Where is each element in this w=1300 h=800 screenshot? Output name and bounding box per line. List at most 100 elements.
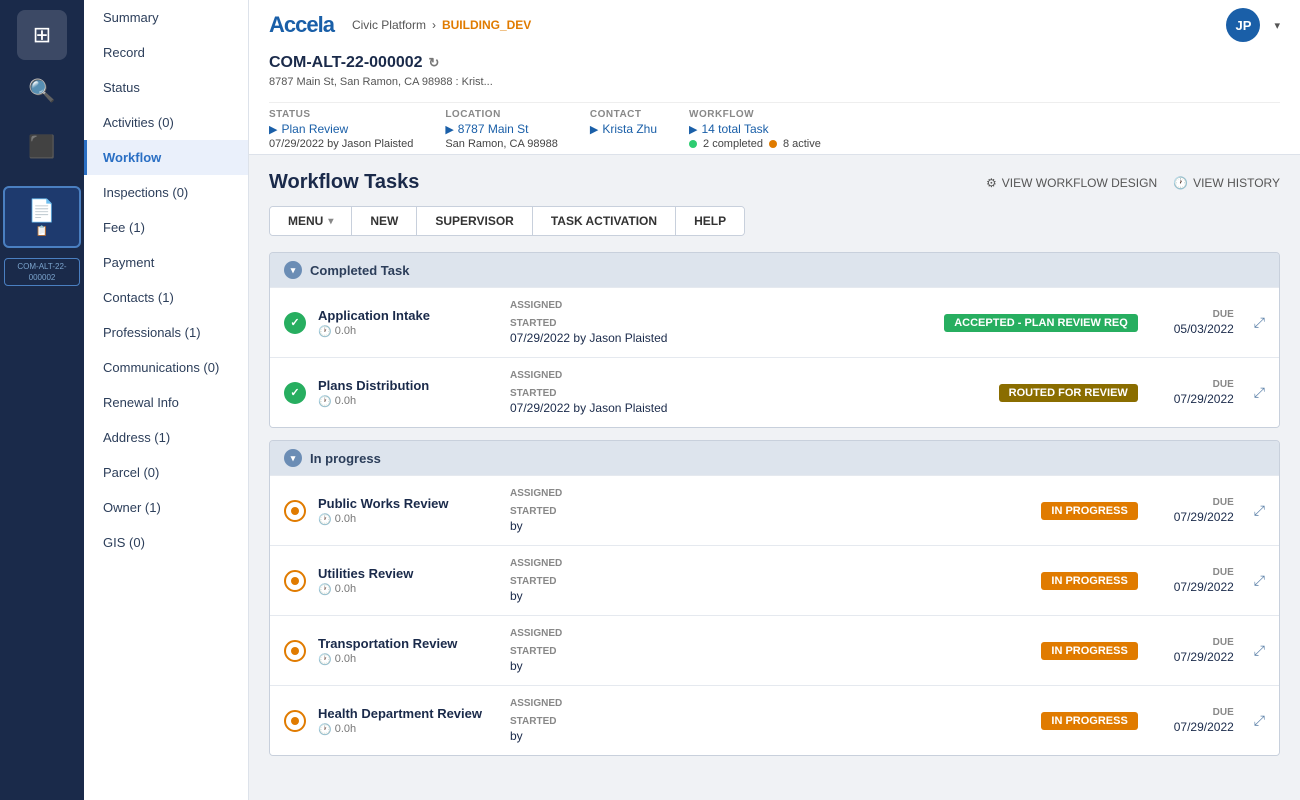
task-row: Transportation Review 🕐 0.0h ASSIGNED ST… bbox=[270, 615, 1279, 685]
task-expand-btn[interactable]: ⤢ bbox=[1254, 314, 1265, 331]
sidebar-item-parcel[interactable]: Parcel (0) bbox=[84, 455, 248, 490]
toolbar: MENU ▾ NEW SUPERVISOR TASK ACTIVATION HE… bbox=[269, 206, 745, 236]
design-icon: ⚙ bbox=[986, 176, 997, 190]
sidebar-item-payment[interactable]: Payment bbox=[84, 245, 248, 280]
workflow-value[interactable]: 14 total Task bbox=[701, 122, 768, 136]
task-time: 🕐 0.0h bbox=[318, 513, 498, 526]
new-btn[interactable]: NEW bbox=[352, 207, 417, 235]
task-time: 🕐 0.0h bbox=[318, 325, 498, 338]
task-name[interactable]: Application Intake bbox=[318, 308, 498, 323]
record-address: 8787 Main St, San Ramon, CA 98988 : Kris… bbox=[269, 76, 1280, 88]
section-title-1: In progress bbox=[310, 451, 381, 466]
view-design-btn[interactable]: ⚙ VIEW WORKFLOW DESIGN bbox=[986, 176, 1157, 190]
task-badge: IN PROGRESS bbox=[1041, 712, 1137, 730]
supervisor-btn[interactable]: SUPERVISOR bbox=[417, 207, 532, 235]
record-id-text: COM-ALT-22-000002 bbox=[269, 54, 423, 72]
task-due: DUE 07/29/2022 bbox=[1154, 497, 1234, 524]
record-meta: COM-ALT-22-000002 ↻ 8787 Main St, San Ra… bbox=[269, 46, 1280, 98]
grid-icon: ⊞ bbox=[33, 22, 51, 48]
task-badge: IN PROGRESS bbox=[1041, 502, 1137, 520]
record-nav-icon: 📄 bbox=[28, 198, 55, 224]
sidebar-item-inspections[interactable]: Inspections (0) bbox=[84, 175, 248, 210]
logo: Accela bbox=[269, 9, 334, 41]
section-header-1[interactable]: ▾ In progress bbox=[270, 441, 1279, 475]
apps-icon-btn[interactable]: ⬛ bbox=[17, 122, 67, 172]
sidebar-item-renewal-info[interactable]: Renewal Info bbox=[84, 385, 248, 420]
section-chevron-1: ▾ bbox=[284, 449, 302, 467]
task-due: DUE 07/29/2022 bbox=[1154, 567, 1234, 594]
search-icon-btn[interactable]: 🔍 bbox=[17, 66, 67, 116]
task-badge: ACCEPTED - PLAN REVIEW REQ bbox=[944, 314, 1138, 332]
record-nav-label: 📋 bbox=[36, 226, 48, 237]
task-expand-btn[interactable]: ⤢ bbox=[1254, 642, 1265, 659]
sidebar-item-gis[interactable]: GIS (0) bbox=[84, 525, 248, 560]
breadcrumb-env: BUILDING_DEV bbox=[442, 18, 531, 32]
refresh-icon[interactable]: ↻ bbox=[429, 55, 440, 71]
task-activation-btn[interactable]: TASK ACTIVATION bbox=[533, 207, 676, 235]
icon-bar: ⊞ 🔍 ⬛ 📄 📋 COM-ALT-22-000002 bbox=[0, 0, 84, 800]
task-name[interactable]: Health Department Review bbox=[318, 706, 498, 721]
breadcrumb: Civic Platform › BUILDING_DEV bbox=[352, 18, 531, 32]
sidebar-item-status[interactable]: Status bbox=[84, 70, 248, 105]
task-row: ✓ Plans Distribution 🕐 0.0h ASSIGNED STA… bbox=[270, 357, 1279, 427]
meta-contact: CONTACT ▶ Krista Zhu bbox=[590, 109, 657, 150]
task-name[interactable]: Plans Distribution bbox=[318, 378, 498, 393]
task-row: ✓ Application Intake 🕐 0.0h ASSIGNED STA… bbox=[270, 287, 1279, 357]
task-name[interactable]: Utilities Review bbox=[318, 566, 498, 581]
sidebar-item-address[interactable]: Address (1) bbox=[84, 420, 248, 455]
status-arrow: ▶ bbox=[269, 123, 277, 136]
task-expand-btn[interactable]: ⤢ bbox=[1254, 502, 1265, 519]
sidebar-item-owner[interactable]: Owner (1) bbox=[84, 490, 248, 525]
sidebar-item-workflow[interactable]: Workflow bbox=[84, 140, 248, 175]
task-name[interactable]: Public Works Review bbox=[318, 496, 498, 511]
section-0: ▾ Completed Task ✓ Application Intake 🕐 … bbox=[269, 252, 1280, 428]
logo-text: Accela bbox=[269, 12, 334, 38]
section-chevron-0: ▾ bbox=[284, 261, 302, 279]
task-expand-btn[interactable]: ⤢ bbox=[1254, 384, 1265, 401]
task-expand-btn[interactable]: ⤢ bbox=[1254, 712, 1265, 729]
clock-icon: 🕐 bbox=[318, 325, 332, 338]
active-dot bbox=[769, 140, 777, 148]
task-status-dot bbox=[284, 570, 306, 592]
help-btn[interactable]: HELP bbox=[676, 207, 744, 235]
task-assigned: ASSIGNED STARTED by bbox=[510, 698, 1029, 743]
topbar: Accela Civic Platform › BUILDING_DEV JP … bbox=[249, 0, 1300, 155]
status-value[interactable]: Plan Review bbox=[281, 122, 348, 136]
task-row: Health Department Review 🕐 0.0h ASSIGNED… bbox=[270, 685, 1279, 755]
view-history-btn[interactable]: 🕐 VIEW HISTORY bbox=[1173, 176, 1280, 190]
sidebar-item-summary[interactable]: Summary bbox=[84, 0, 248, 35]
menu-btn[interactable]: MENU ▾ bbox=[270, 207, 352, 235]
record-nav-btn[interactable]: 📄 📋 bbox=[3, 186, 81, 248]
section-title-0: Completed Task bbox=[310, 263, 409, 278]
clock-icon: 🕐 bbox=[318, 583, 332, 596]
task-expand-btn[interactable]: ⤢ bbox=[1254, 572, 1265, 589]
location-value[interactable]: 8787 Main St bbox=[458, 122, 529, 136]
task-due: DUE 07/29/2022 bbox=[1154, 637, 1234, 664]
sidebar-item-communications[interactable]: Communications (0) bbox=[84, 350, 248, 385]
section-header-0[interactable]: ▾ Completed Task bbox=[270, 253, 1279, 287]
content-area: Workflow Tasks ⚙ VIEW WORKFLOW DESIGN 🕐 … bbox=[249, 155, 1300, 800]
sidebar: SummaryRecordStatusActivities (0)Workflo… bbox=[84, 0, 249, 800]
user-menu-chevron[interactable]: ▾ bbox=[1274, 19, 1280, 32]
contact-value[interactable]: Krista Zhu bbox=[602, 122, 657, 136]
workflow-header: Workflow Tasks ⚙ VIEW WORKFLOW DESIGN 🕐 … bbox=[269, 171, 1280, 194]
task-badge: IN PROGRESS bbox=[1041, 572, 1137, 590]
task-assigned: ASSIGNED STARTED 07/29/2022 by Jason Pla… bbox=[510, 370, 987, 415]
sidebar-item-activities[interactable]: Activities (0) bbox=[84, 105, 248, 140]
sidebar-item-professionals[interactable]: Professionals (1) bbox=[84, 315, 248, 350]
grid-icon-btn[interactable]: ⊞ bbox=[17, 10, 67, 60]
user-avatar[interactable]: JP bbox=[1226, 8, 1260, 42]
sidebar-item-fee[interactable]: Fee (1) bbox=[84, 210, 248, 245]
task-due: DUE 07/29/2022 bbox=[1154, 379, 1234, 406]
task-time: 🕐 0.0h bbox=[318, 395, 498, 408]
meta-location: LOCATION ▶ 8787 Main St San Ramon, CA 98… bbox=[445, 109, 558, 150]
task-status-dot bbox=[284, 640, 306, 662]
main-area: Accela Civic Platform › BUILDING_DEV JP … bbox=[249, 0, 1300, 800]
location-arrow: ▶ bbox=[445, 123, 453, 136]
sidebar-item-record[interactable]: Record bbox=[84, 35, 248, 70]
task-assigned: ASSIGNED STARTED by bbox=[510, 488, 1029, 533]
sidebar-item-contacts[interactable]: Contacts (1) bbox=[84, 280, 248, 315]
contact-arrow: ▶ bbox=[590, 123, 598, 136]
section-1: ▾ In progress Public Works Review 🕐 0.0h… bbox=[269, 440, 1280, 756]
task-name[interactable]: Transportation Review bbox=[318, 636, 498, 651]
